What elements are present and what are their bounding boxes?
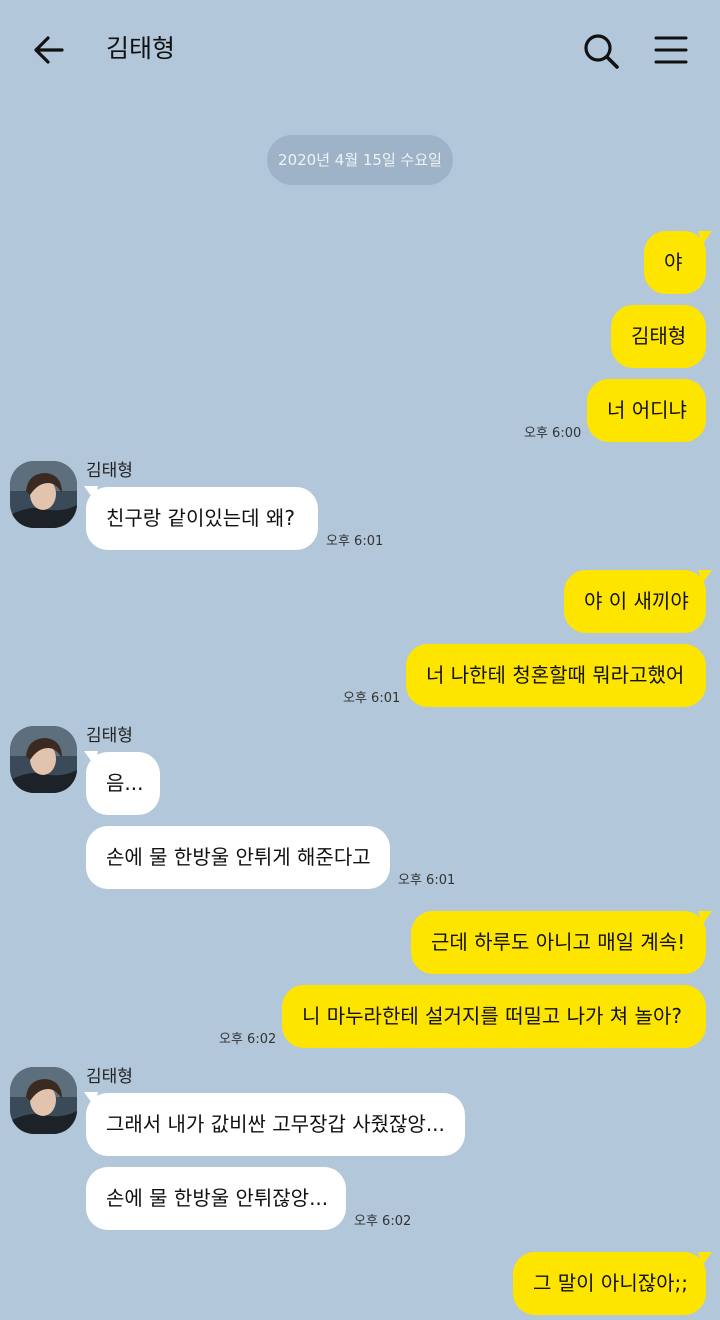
chat-header: 김태형 (0, 0, 720, 98)
menu-button[interactable] (648, 28, 694, 74)
my-bubble-tail (698, 911, 712, 925)
message-time: 오후 6:01 (343, 691, 401, 706)
my-bubble-tail (698, 1252, 712, 1266)
message-time: 오후 6:02 (354, 1214, 412, 1229)
their-message-bubble[interactable]: 그래서 내가 값비싼 고무장갑 사줬잖앙... (86, 1093, 465, 1156)
my-message-bubble[interactable]: 너 나한테 청혼할때 뭐라고했어 (406, 644, 706, 707)
chat-title: 김태형 (106, 34, 176, 63)
hamburger-menu-icon (654, 36, 688, 64)
my-message-bubble[interactable]: 그 말이 아니잖아;; (513, 1252, 706, 1315)
their-message-bubble[interactable]: 친구랑 같이있는데 왜? (86, 487, 318, 550)
their-message-bubble[interactable]: 음... (86, 752, 160, 815)
arrow-left-icon (34, 36, 64, 64)
my-message-bubble[interactable]: 야 (644, 231, 706, 294)
their-message-bubble[interactable]: 손에 물 한방울 안튀잖앙... (86, 1167, 346, 1230)
avatar[interactable] (10, 726, 77, 793)
message-time: 오후 6:00 (524, 426, 582, 441)
avatar[interactable] (10, 1067, 77, 1134)
message-time: 오후 6:01 (326, 534, 384, 549)
my-message-bubble[interactable]: 너 어디냐 (587, 379, 706, 442)
search-button[interactable] (578, 28, 624, 74)
my-message-bubble[interactable]: 김태형 (611, 305, 706, 368)
sender-name: 김태형 (86, 726, 133, 746)
sender-name: 김태형 (86, 1067, 133, 1087)
message-time: 오후 6:01 (398, 873, 456, 888)
my-message-bubble[interactable]: 근데 하루도 아니고 매일 계속! (411, 911, 706, 974)
sender-name: 김태형 (86, 461, 133, 481)
my-message-bubble[interactable]: 니 마누라한테 설거지를 떠밀고 나가 쳐 놀아? (282, 985, 706, 1048)
my-message-bubble[interactable]: 야 이 새끼야 (564, 570, 706, 633)
my-bubble-tail (698, 570, 712, 584)
avatar[interactable] (10, 461, 77, 528)
search-icon (584, 34, 619, 69)
date-divider: 2020년 4월 15일 수요일 (267, 135, 453, 185)
back-button[interactable] (28, 30, 72, 70)
message-time: 오후 6:02 (219, 1032, 277, 1047)
my-bubble-tail (698, 231, 712, 245)
their-message-bubble[interactable]: 손에 물 한방울 안튀게 해준다고 (86, 826, 390, 889)
